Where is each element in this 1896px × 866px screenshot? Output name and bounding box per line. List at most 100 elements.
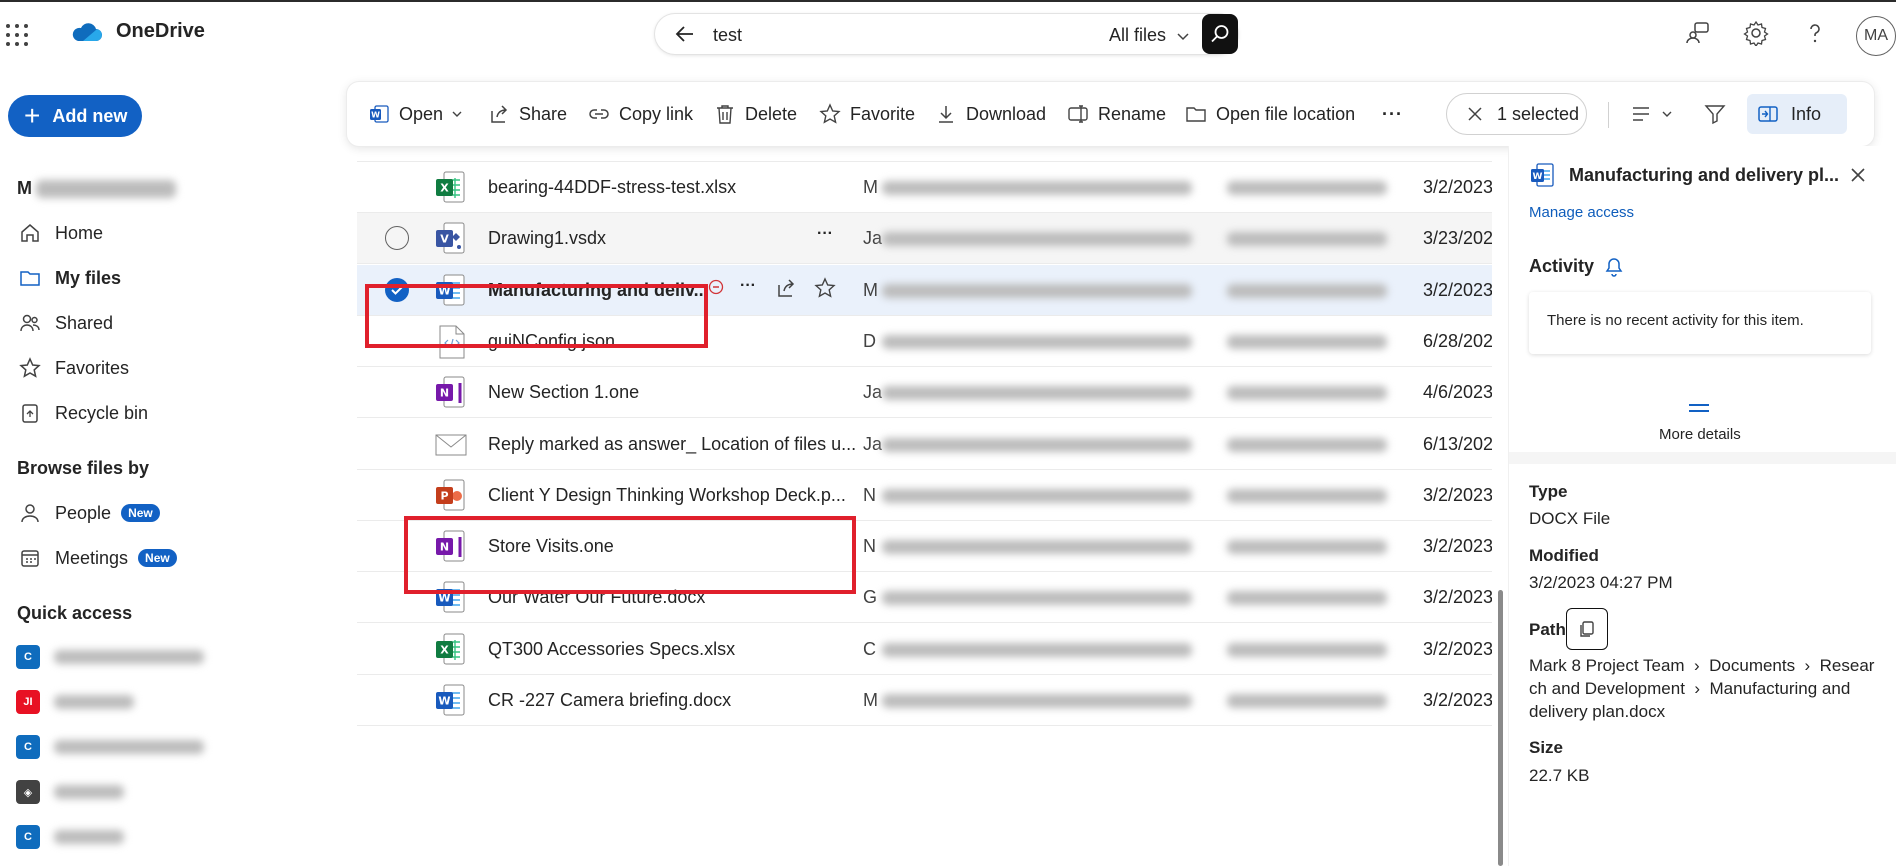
search-input[interactable]: test — [713, 25, 742, 46]
row-checkbox[interactable] — [385, 226, 409, 251]
home-icon — [19, 222, 41, 244]
redacted-location — [882, 232, 1192, 247]
sync-status-icon — [708, 279, 724, 295]
info-button[interactable]: Info — [1747, 94, 1847, 134]
redacted-location — [882, 437, 1192, 452]
search-box[interactable]: test All files — [655, 14, 1238, 54]
add-new-button[interactable]: + Add new — [8, 95, 142, 137]
quick-access-item[interactable]: JI — [16, 689, 134, 715]
nav-item-my-files[interactable]: My files — [19, 263, 121, 293]
modified-date: 3/23/2023 — [1423, 228, 1492, 249]
redacted-location — [882, 694, 1192, 708]
plus-icon: + — [24, 100, 41, 131]
row-favorite-star-icon[interactable] — [814, 276, 836, 299]
recycle-bin-icon — [19, 402, 41, 424]
row-more-options-icon[interactable]: ··· — [740, 277, 756, 295]
details-file-title: Manufacturing and delivery pl... — [1569, 165, 1840, 185]
nav-label: Meetings — [55, 547, 129, 568]
filter-button[interactable] — [1703, 100, 1727, 128]
manage-access-link[interactable]: Manage access — [1529, 204, 1634, 221]
row-share-icon[interactable] — [775, 277, 797, 299]
table-row[interactable]: N New Section 1.one Ja 4/6/2023 — [357, 367, 1492, 419]
search-submit-button[interactable] — [1202, 14, 1238, 54]
file-name[interactable]: New Section 1.one — [488, 382, 639, 403]
download-label: Download — [966, 103, 1047, 124]
settings-gear-icon[interactable] — [1743, 20, 1769, 46]
app-launcher-icon[interactable] — [6, 24, 28, 46]
close-icon[interactable] — [1467, 106, 1483, 122]
open-file-location-button[interactable]: Open file location — [1184, 100, 1355, 128]
nav-item-home[interactable]: Home — [19, 218, 103, 248]
download-button[interactable]: Download — [934, 100, 1046, 128]
highlight-box-selected-file — [365, 284, 708, 348]
back-arrow-icon[interactable] — [673, 22, 697, 46]
nav-label: Shared — [55, 312, 114, 333]
nav-item-meetings[interactable]: Meetings New — [19, 543, 177, 573]
highlight-box-client-deck — [404, 516, 856, 594]
table-row-partial — [357, 146, 1492, 162]
table-row[interactable]: Xbearing-44DDF-stress-test.xlsx M 3/2/2023 — [357, 162, 1492, 213]
redacted-location — [882, 540, 1192, 555]
link-icon — [587, 102, 611, 126]
more-details-button[interactable]: More details — [1659, 426, 1741, 443]
nav-item-people[interactable]: People New — [19, 498, 160, 528]
file-name[interactable]: bearing-44DDF-stress-test.xlsx — [488, 177, 736, 198]
search-scope-label: All files — [1109, 25, 1167, 45]
file-name[interactable]: QT300 Accessories Specs.xlsx — [488, 639, 735, 660]
scrollbar-thumb[interactable] — [1498, 590, 1503, 866]
quick-access-item[interactable]: C — [16, 734, 204, 760]
redacted-site-name — [54, 695, 134, 709]
favorite-button[interactable]: Favorite — [818, 100, 915, 128]
delete-button[interactable]: Delete — [713, 100, 797, 128]
table-row[interactable]: X QT300 Accessories Specs.xlsx C 3/2/2023 — [357, 624, 1492, 675]
search-scope-dropdown[interactable]: All files — [1109, 25, 1190, 46]
feedback-icon[interactable] — [1685, 20, 1711, 46]
copy-link-button[interactable]: Copy link — [587, 100, 693, 128]
details-pane: W Manufacturing and delivery pl... Manag… — [1508, 146, 1896, 866]
close-icon[interactable] — [1849, 166, 1867, 184]
activity-label: Activity — [1529, 256, 1595, 276]
copy-path-button[interactable] — [1566, 608, 1608, 650]
nav-item-favorites[interactable]: Favorites — [19, 353, 129, 383]
view-options-button[interactable] — [1629, 100, 1673, 128]
onedrive-cloud-icon — [70, 21, 102, 43]
rename-button[interactable]: Rename — [1066, 100, 1166, 128]
brand[interactable]: OneDrive — [70, 20, 205, 43]
activity-heading: Activity — [1529, 256, 1624, 277]
modified-by-initial: N — [863, 484, 876, 505]
type-label: Type — [1529, 482, 1568, 501]
nav-item-shared[interactable]: Shared — [19, 308, 113, 338]
modified-date: 6/13/2023 — [1423, 433, 1492, 454]
favorite-label: Favorite — [850, 103, 916, 124]
file-name[interactable]: Drawing1.vsdx — [488, 228, 606, 249]
drag-handle-icon[interactable] — [1689, 404, 1709, 412]
more-options-button[interactable]: ··· — [1382, 100, 1403, 128]
table-row[interactable]: V Drawing1.vsdx ··· Ja 3/23/2023 — [357, 213, 1492, 265]
modified-by-initial: N — [863, 536, 876, 557]
share-button[interactable]: Share — [487, 100, 567, 128]
quick-access-item[interactable]: ◈ — [16, 779, 124, 805]
quick-access-item[interactable]: C — [16, 644, 204, 670]
delete-label: Delete — [745, 103, 798, 124]
table-row[interactable]: W CR -227 Camera briefing.docx M 3/2/2023 — [357, 675, 1492, 726]
bell-icon[interactable] — [1604, 257, 1624, 277]
modified-by-initial: G — [863, 587, 878, 608]
file-name[interactable]: Client Y Design Thinking Workshop Deck.p… — [488, 485, 846, 506]
table-row[interactable]: Reply marked as answer_ Location of file… — [357, 419, 1492, 470]
path-value-line2: ch and Development › Manufacturing and — [1529, 679, 1851, 698]
selection-count-pill[interactable]: 1 selected — [1446, 93, 1587, 135]
divider — [1509, 452, 1896, 464]
app-name: OneDrive — [116, 20, 205, 42]
open-button[interactable]: W Open — [367, 100, 463, 128]
help-icon[interactable] — [1802, 20, 1828, 46]
file-name[interactable]: CR -227 Camera briefing.docx — [488, 690, 731, 711]
table-row[interactable]: P Client Y Design Thinking Workshop Deck.… — [357, 470, 1492, 521]
trash-icon — [713, 102, 737, 126]
user-avatar[interactable]: MA — [1856, 16, 1896, 56]
quick-access-item[interactable]: C — [16, 824, 124, 850]
pptx-file-icon: P — [434, 478, 468, 514]
row-more-options-icon[interactable]: ··· — [817, 225, 833, 243]
nav-item-recycle-bin[interactable]: Recycle bin — [19, 398, 148, 428]
browse-files-by-heading: Browse files by — [17, 458, 150, 478]
file-name[interactable]: Reply marked as answer_ Location of file… — [488, 434, 856, 455]
